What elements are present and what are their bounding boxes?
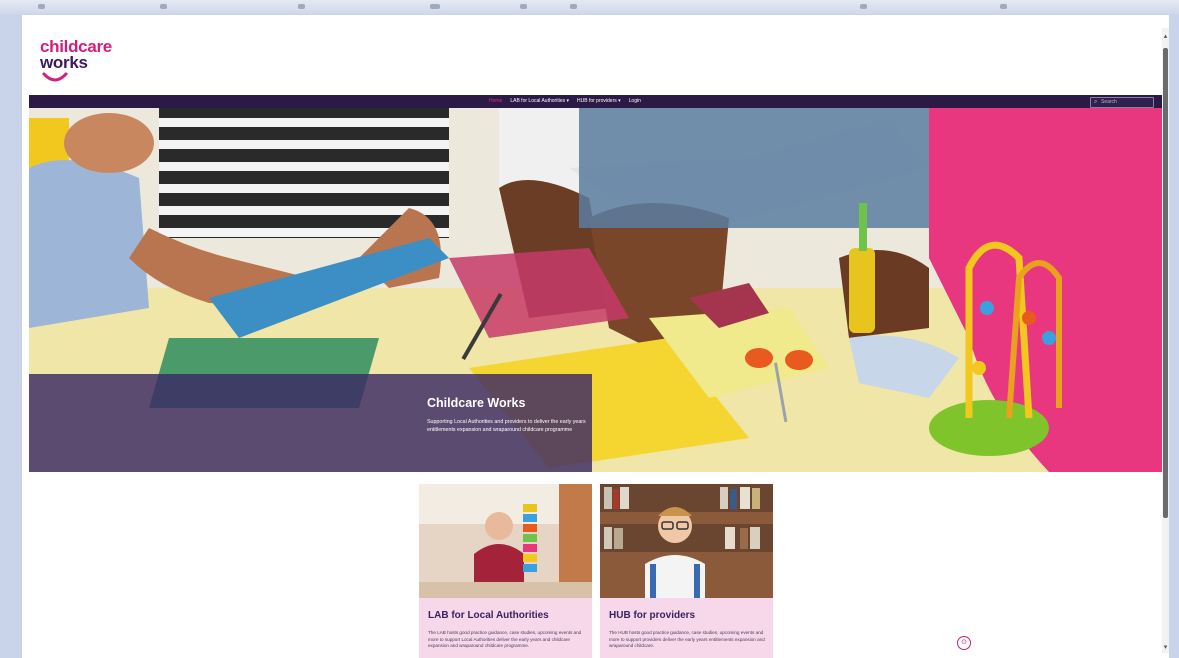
toolbar-icon[interactable] (430, 4, 440, 9)
web-page: childcare works Home LAB for Local Autho… (22, 15, 1169, 658)
hub-card-title[interactable]: HUB for providers (609, 610, 695, 621)
scroll-down-icon[interactable]: ▾ (1162, 643, 1169, 651)
logo-text-works: works (40, 53, 88, 72)
hero-subtitle: Supporting Local Authorities and provide… (427, 419, 586, 433)
toolbar-icon[interactable] (860, 4, 867, 9)
search-placeholder: Search (1101, 99, 1117, 105)
hero-text-panel: Childcare Works Supporting Local Authori… (29, 374, 592, 472)
scrollbar-thumb[interactable] (1163, 48, 1168, 518)
toolbar-icon[interactable] (298, 4, 305, 9)
site-logo[interactable]: childcare works (40, 37, 120, 87)
toolbar-icon[interactable] (520, 4, 527, 9)
toolbar-icon[interactable] (160, 4, 167, 9)
nav-item-login[interactable]: Login (629, 97, 641, 106)
hero-title: Childcare Works (427, 396, 526, 410)
nav-item-home[interactable]: Home (489, 97, 502, 106)
hub-card-image (600, 484, 773, 598)
browser-toolbar-strip (0, 0, 1179, 14)
lab-card[interactable]: LAB for Local Authorities The LAB hosts … (419, 484, 592, 658)
page-scrollbar[interactable]: ▴ ▾ (1162, 28, 1169, 653)
search-input[interactable]: ⌕ Search (1090, 97, 1154, 108)
hero-banner: Childcare Works Supporting Local Authori… (29, 108, 1164, 472)
search-icon: ⌕ (1094, 99, 1098, 105)
scroll-up-icon[interactable]: ▴ (1162, 32, 1169, 40)
toolbar-icon[interactable] (570, 4, 577, 9)
main-navigation: Home LAB for Local Authorities ▾ HUB for… (29, 95, 1164, 108)
hub-card[interactable]: HUB for providers The HUB hosts good pra… (600, 484, 773, 658)
lab-card-image (419, 484, 592, 598)
nav-item-lab[interactable]: LAB for Local Authorities ▾ (510, 97, 569, 106)
smile-icon (42, 72, 68, 82)
nav-menu: Home LAB for Local Authorities ▾ HUB for… (489, 97, 641, 106)
chat-icon[interactable]: ⊙ (957, 636, 971, 650)
toolbar-icon[interactable] (1000, 4, 1007, 9)
toolbar-icon[interactable] (38, 4, 45, 9)
hub-card-text: The HUB hosts good practice guidance, ca… (609, 630, 765, 648)
lab-card-title[interactable]: LAB for Local Authorities (428, 610, 549, 621)
nav-item-hub[interactable]: HUB for providers ▾ (577, 97, 621, 106)
lab-card-text: The LAB hosts good practice guidance, ca… (428, 630, 582, 648)
